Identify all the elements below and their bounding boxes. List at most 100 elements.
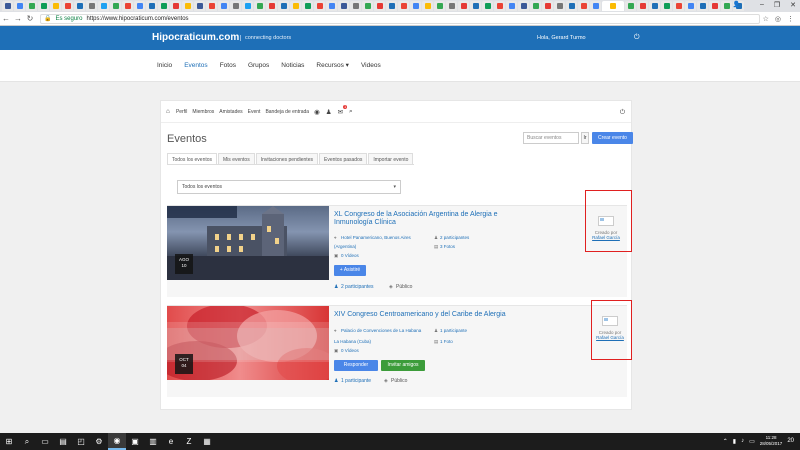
browser-tab[interactable] bbox=[554, 1, 565, 11]
browser-tab[interactable] bbox=[637, 1, 648, 11]
browser-tab[interactable] bbox=[386, 1, 397, 11]
tab-pasados[interactable]: Eventos pasados bbox=[318, 153, 368, 164]
create-event-button[interactable]: Crear evento bbox=[592, 132, 633, 144]
browser-tab[interactable] bbox=[410, 1, 421, 11]
attend-button[interactable]: + Asistiré bbox=[334, 265, 366, 276]
browser-tab[interactable] bbox=[338, 1, 349, 11]
browser-tab[interactable] bbox=[326, 1, 337, 11]
event-photos[interactable]: 3 Fotos bbox=[440, 244, 455, 249]
browser-tab[interactable] bbox=[74, 1, 85, 11]
friend-requests-icon[interactable]: ♟ bbox=[326, 108, 332, 116]
nav-item-eventos[interactable]: Eventos bbox=[178, 50, 214, 82]
browser-tab[interactable] bbox=[673, 1, 684, 11]
site-logo[interactable]: Hipocraticum.com bbox=[152, 32, 239, 43]
browser-tab[interactable] bbox=[278, 1, 289, 11]
menu-icon[interactable]: ⋮ bbox=[787, 15, 794, 23]
event-location[interactable]: Hotel Panamericano, Buenos Aires bbox=[341, 235, 411, 240]
nav-item-noticias[interactable]: Noticias bbox=[275, 50, 310, 82]
close-icon[interactable]: ✕ bbox=[790, 1, 796, 9]
tab-todos[interactable]: Todos los eventos bbox=[167, 153, 218, 164]
nav-item-videos[interactable]: Videos bbox=[355, 50, 387, 82]
battery-icon[interactable]: ▭ bbox=[749, 438, 755, 445]
settings-gear-icon[interactable]: ⚙ bbox=[90, 433, 108, 450]
browser-tab[interactable] bbox=[254, 1, 265, 11]
browser-tab[interactable] bbox=[62, 1, 73, 11]
reload-icon[interactable]: ↻ bbox=[24, 14, 36, 23]
browser-tab[interactable] bbox=[721, 1, 732, 11]
event-title[interactable]: XL Congreso de la Asociación Argentina d… bbox=[334, 211, 534, 227]
browser-tab[interactable] bbox=[578, 1, 589, 11]
participants-footer[interactable]: 1 participante bbox=[341, 378, 371, 384]
browser-tab[interactable] bbox=[86, 1, 97, 11]
browser-tab[interactable] bbox=[697, 1, 708, 11]
browser-tab[interactable] bbox=[625, 1, 636, 11]
browser-tab[interactable] bbox=[26, 1, 37, 11]
store-icon[interactable]: ◰ bbox=[72, 433, 90, 450]
nav-item-grupos[interactable]: Grupos bbox=[242, 50, 275, 82]
tab-importar[interactable]: Importar evento bbox=[368, 153, 414, 164]
event-photos[interactable]: 1 Foto bbox=[440, 339, 453, 344]
event-country[interactable]: (Argentina) bbox=[334, 244, 356, 249]
browser-tab[interactable] bbox=[146, 1, 157, 11]
event-videos[interactable]: 0 Vídeos bbox=[341, 253, 359, 258]
back-icon[interactable]: ← bbox=[0, 14, 12, 23]
search-events-input[interactable]: Buscar eventos bbox=[523, 132, 579, 144]
browser-tab[interactable] bbox=[194, 1, 205, 11]
browser-tab[interactable] bbox=[470, 1, 481, 11]
browser-tab[interactable] bbox=[709, 1, 720, 11]
volume-icon[interactable]: ♪ bbox=[741, 438, 744, 444]
subnav-miembros[interactable]: Miembros bbox=[192, 109, 214, 115]
app-icon[interactable]: ▦ bbox=[198, 433, 216, 450]
ftp-client-icon[interactable]: Z bbox=[180, 433, 198, 450]
browser-tab[interactable] bbox=[422, 1, 433, 11]
browser-tab[interactable] bbox=[362, 1, 373, 11]
browser-tab[interactable] bbox=[170, 1, 181, 11]
minimize-icon[interactable]: – bbox=[760, 1, 764, 9]
maximize-icon[interactable]: ❐ bbox=[774, 1, 780, 9]
browser-tab[interactable] bbox=[242, 1, 253, 11]
event-participants[interactable]: 1 participante bbox=[440, 328, 467, 333]
browser-tab[interactable] bbox=[566, 1, 577, 11]
browser-tab[interactable] bbox=[290, 1, 301, 11]
browser-tab[interactable] bbox=[266, 1, 277, 11]
event-image[interactable]: OCT 04 bbox=[167, 306, 329, 380]
search-icon[interactable]: ⌕ bbox=[18, 433, 36, 450]
browser-tab[interactable] bbox=[2, 1, 13, 11]
app-icon[interactable]: ▥ bbox=[144, 433, 162, 450]
subnav-event[interactable]: Event bbox=[248, 109, 261, 115]
browser-tab[interactable] bbox=[134, 1, 145, 11]
participants-footer[interactable]: 2 participantes bbox=[341, 284, 374, 290]
app-icon[interactable]: ▣ bbox=[126, 433, 144, 450]
subnav-perfil[interactable]: Perfil bbox=[176, 109, 187, 115]
browser-tab[interactable] bbox=[230, 1, 241, 11]
edge-icon[interactable]: e bbox=[162, 433, 180, 450]
file-explorer-icon[interactable]: ▤ bbox=[54, 433, 72, 450]
tab-mis-eventos[interactable]: Mis eventos bbox=[218, 153, 255, 164]
event-participants[interactable]: 2 participantes bbox=[440, 235, 469, 240]
event-image[interactable]: AGO 10 bbox=[167, 206, 329, 280]
browser-tab[interactable] bbox=[38, 1, 49, 11]
browser-tab[interactable] bbox=[685, 1, 696, 11]
power-icon[interactable]: ⏻ bbox=[620, 109, 625, 117]
messages-icon[interactable]: ✉ 1 bbox=[338, 104, 348, 116]
browser-profile-icon[interactable]: 👤 bbox=[733, 1, 740, 8]
browser-tab[interactable] bbox=[206, 1, 217, 11]
browser-tab[interactable] bbox=[314, 1, 325, 11]
home-icon[interactable]: ⌂ bbox=[166, 108, 170, 115]
clock[interactable]: 11:28 28/05/2017 bbox=[760, 435, 783, 447]
chrome-icon[interactable]: ◉ bbox=[108, 433, 126, 450]
browser-tab[interactable] bbox=[218, 1, 229, 11]
windows-start-icon[interactable]: ⊞ bbox=[0, 433, 18, 450]
browser-tab[interactable] bbox=[494, 1, 505, 11]
tray-chevron-icon[interactable]: ⌃ bbox=[723, 438, 728, 445]
browser-tab[interactable] bbox=[590, 1, 601, 11]
browser-tab[interactable] bbox=[661, 1, 672, 11]
browser-tab[interactable] bbox=[110, 1, 121, 11]
globe-icon[interactable]: ◉ bbox=[314, 108, 320, 116]
browser-tab[interactable] bbox=[649, 1, 660, 11]
browser-tab[interactable] bbox=[530, 1, 541, 11]
browser-tab[interactable] bbox=[434, 1, 445, 11]
browser-tab[interactable] bbox=[50, 1, 61, 11]
browser-tab[interactable] bbox=[482, 1, 493, 11]
extension-icon[interactable]: ◎ bbox=[775, 15, 781, 23]
